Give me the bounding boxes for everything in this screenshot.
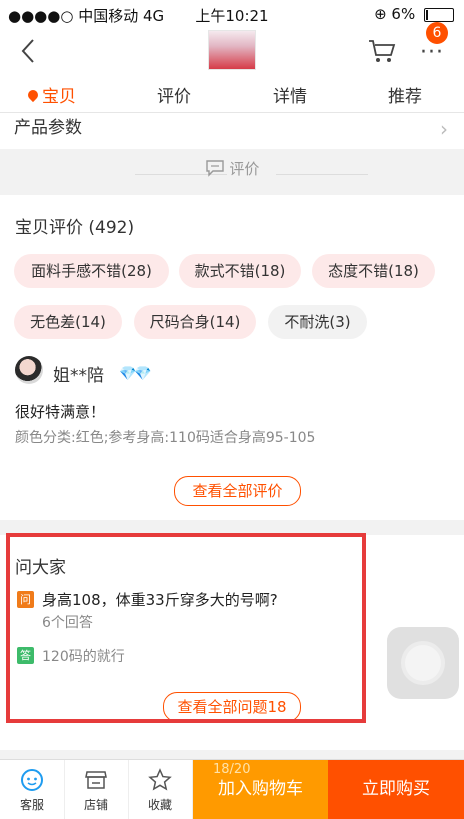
- view-all-reviews-button[interactable]: 查看全部评价: [174, 476, 301, 506]
- review-tag[interactable]: 尺码合身(14): [134, 305, 256, 339]
- buy-now-button[interactable]: 立即购买: [328, 760, 464, 819]
- section-divider: 评价: [0, 158, 464, 181]
- customer-service-icon: [20, 768, 44, 792]
- favorite-button[interactable]: 收藏: [128, 760, 193, 819]
- params-title: 产品参数: [14, 118, 82, 138]
- highlight-box: [6, 533, 366, 723]
- navigation-bar: ··· 6: [0, 22, 464, 76]
- review-spec: 颜色分类:红色;参考身高:110码适合身高95-105: [15, 430, 316, 446]
- bottom-action-bar: 客服 店铺 收藏 加入购物车 18/20 立即购买: [0, 759, 464, 819]
- reviews-title: 宝贝评价 (492): [15, 218, 135, 238]
- tab-product[interactable]: 宝贝: [25, 82, 76, 107]
- location-pin-icon: [25, 87, 41, 103]
- diamond-level-icon: 💎💎: [119, 366, 152, 382]
- comment-bubble-icon: [205, 159, 225, 181]
- shop-label: 店铺: [83, 798, 108, 812]
- review-tag[interactable]: 款式不错(18): [179, 254, 301, 288]
- image-pager: 18/20: [213, 762, 251, 777]
- reviews-card: [0, 195, 464, 520]
- customer-service-label: 客服: [19, 798, 44, 812]
- tab-bar: 宝贝 评价 详情 推荐: [0, 76, 464, 113]
- review-tag[interactable]: 面料手感不错(28): [14, 254, 169, 288]
- tab-recommend[interactable]: 推荐: [388, 82, 422, 107]
- product-params-row[interactable]: 产品参数 ›: [0, 113, 464, 149]
- review-tag[interactable]: 不耐洗(3): [268, 305, 367, 339]
- star-icon: [148, 768, 172, 792]
- customer-service-button[interactable]: 客服: [0, 760, 65, 819]
- battery-icon: [424, 7, 454, 22]
- assistive-touch-button[interactable]: [387, 627, 459, 699]
- product-thumbnail[interactable]: [208, 30, 256, 70]
- reviewer-name: 姐**陪: [53, 366, 104, 386]
- chevron-left-icon[interactable]: [20, 38, 36, 71]
- battery-percent: 6%: [391, 5, 416, 23]
- review-tag[interactable]: 无色差(14): [14, 305, 122, 339]
- more-icon[interactable]: ···: [420, 40, 444, 65]
- rotation-lock-icon: ⊕: [374, 5, 387, 23]
- favorite-label: 收藏: [147, 798, 172, 812]
- shop-icon: [84, 768, 108, 792]
- chevron-right-icon: ›: [440, 117, 448, 141]
- status-bar: ●●●●○ 中国移动 4G 上午10:21 ⊕ 6%: [0, 0, 464, 28]
- status-right: ⊕ 6%: [374, 5, 454, 23]
- shop-button[interactable]: 店铺: [64, 760, 129, 819]
- avatar[interactable]: [15, 356, 43, 384]
- review-comment: 很好特满意！: [15, 403, 106, 421]
- notification-badge: 6: [426, 22, 448, 44]
- tab-details[interactable]: 详情: [273, 82, 307, 107]
- review-tag[interactable]: 态度不错(18): [312, 254, 435, 288]
- tab-reviews[interactable]: 评价: [157, 82, 191, 107]
- divider-label: 评价: [229, 160, 260, 178]
- cart-icon[interactable]: [368, 38, 396, 64]
